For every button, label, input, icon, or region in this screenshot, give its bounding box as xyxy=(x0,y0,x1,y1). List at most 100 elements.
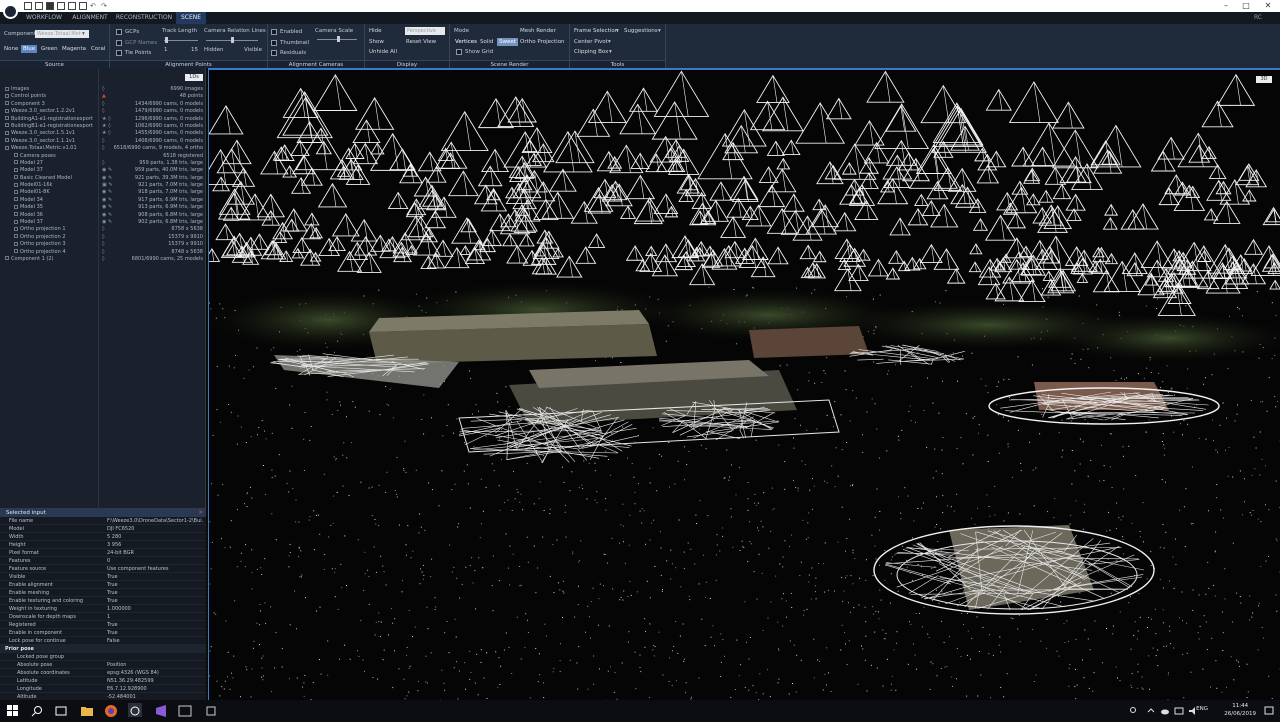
tree-item[interactable]: Model 37 xyxy=(0,167,98,174)
property-value[interactable]: Use component features xyxy=(107,565,203,573)
expand-icon[interactable] xyxy=(5,256,9,260)
tree-item-value-row[interactable]: ◊6990 images xyxy=(99,86,206,93)
color-none-button[interactable]: None xyxy=(2,45,20,53)
tree-status-icon[interactable]: ◊ xyxy=(102,108,104,115)
tree-item[interactable]: BuildingA1-e1-registrationexport xyxy=(0,116,98,123)
network-app-icon[interactable] xyxy=(204,703,218,717)
color-magenta-button[interactable]: Magenta xyxy=(60,45,88,53)
expand-icon[interactable] xyxy=(14,153,18,157)
tree-item[interactable]: Component 1 (2) xyxy=(0,256,98,263)
tab-workflow[interactable]: WORKFLOW xyxy=(22,12,66,24)
property-value[interactable]: epsg:4326 (WGS 84) xyxy=(107,669,203,677)
scene-render[interactable] xyxy=(209,70,1280,700)
unhide-all-button[interactable]: Unhide All xyxy=(367,48,399,56)
expand-icon[interactable] xyxy=(14,197,18,201)
tree-item[interactable]: Model01-8K xyxy=(0,189,98,196)
tree-item-value-row[interactable]: ◊15379 x 9910 xyxy=(99,241,206,248)
redo-icon[interactable]: ↷ xyxy=(101,2,109,10)
property-row[interactable]: Pixel format24-bit BGR xyxy=(0,549,206,557)
user-initials[interactable]: RC xyxy=(1254,12,1262,24)
camera-scale-knob[interactable] xyxy=(337,36,340,42)
tree-item[interactable]: BuildingB1-e1-registrationexport xyxy=(0,123,98,130)
tree-status-icon[interactable]: ◉ ✎ xyxy=(102,197,112,204)
tree-item-value-row[interactable]: ◊1479/6990 cams, 0 models xyxy=(99,108,206,115)
clock[interactable]: 11:44 26/06/2019 xyxy=(1224,702,1256,718)
property-value[interactable]: False xyxy=(107,637,203,645)
tree-item-value-row[interactable]: ◊15379 x 9910 xyxy=(99,234,206,241)
enabled-checkbox[interactable] xyxy=(271,29,277,35)
tree-item[interactable]: Images xyxy=(0,86,98,93)
task-view-icon[interactable] xyxy=(54,703,68,717)
tree-status-icon[interactable]: ◉ ✎ xyxy=(102,204,112,211)
sweet-button[interactable]: Sweet xyxy=(497,38,518,46)
track-length-slider[interactable] xyxy=(164,40,198,41)
expand-icon[interactable] xyxy=(14,249,18,253)
layout-2-icon[interactable] xyxy=(57,2,65,10)
property-value[interactable]: True xyxy=(107,581,203,589)
windows-start-icon[interactable] xyxy=(6,703,20,717)
language-indicator[interactable]: ENG xyxy=(1196,706,1208,712)
component-dropdown[interactable]: Weeze.Totaal.Met xyxy=(35,30,89,38)
visual-studio-icon[interactable] xyxy=(154,703,168,717)
property-value[interactable]: F:\Weeze3.0\DroneData\Sector1-2\Bui... xyxy=(107,517,203,525)
tree-item-value-row[interactable]: ◊959 parts, 1.38 tris, large xyxy=(99,160,206,167)
tree-item-value-row[interactable]: ◊1408/6990 cams, 0 models xyxy=(99,138,206,145)
property-row[interactable]: Weight in texturing1.000000 xyxy=(0,605,206,613)
property-row[interactable]: LongitudeE6.7.12.928900 xyxy=(0,685,206,693)
network-icon[interactable] xyxy=(1174,703,1184,717)
solid-button[interactable]: Solid xyxy=(478,38,495,46)
notifications-icon[interactable] xyxy=(1264,703,1274,717)
show-button[interactable]: Show xyxy=(367,38,386,46)
property-value[interactable]: True xyxy=(107,597,203,605)
property-value[interactable]: 1.000000 xyxy=(107,605,203,613)
tree-item[interactable]: Weeze.Totaal.Metric.v1.01 xyxy=(0,145,98,152)
expand-icon[interactable] xyxy=(5,87,9,91)
expand-icon[interactable] xyxy=(5,116,9,120)
expand-icon[interactable] xyxy=(5,94,9,98)
tree-item[interactable]: Weeze.3.0_sector.1.1.1v1 xyxy=(0,138,98,145)
tree-item[interactable]: Ortho projection 4 xyxy=(0,249,98,256)
color-green-button[interactable]: Green xyxy=(39,45,60,53)
file-explorer-icon[interactable] xyxy=(80,703,94,717)
property-group[interactable]: Prior pose xyxy=(0,645,206,653)
tree-item[interactable]: Ortho projection 3 xyxy=(0,241,98,248)
tree-item[interactable]: Control points xyxy=(0,93,98,100)
tab-alignment[interactable]: ALIGNMENT xyxy=(68,12,112,24)
gcps-checkbox[interactable] xyxy=(116,29,122,35)
tree-item-value-row[interactable]: ◊6801/6990 cams, 25 models xyxy=(99,256,206,263)
tab-reconstruction[interactable]: RECONSTRUCTION xyxy=(114,12,174,24)
tree-item-value-row[interactable]: ◊8758 x 5638 xyxy=(99,226,206,233)
minimize-button[interactable]: – xyxy=(1216,0,1236,12)
expand-icon[interactable] xyxy=(5,138,9,142)
tree-status-icon[interactable]: ◉ ✎ xyxy=(102,167,112,174)
show-grid-checkbox[interactable] xyxy=(456,49,462,55)
3d-viewport[interactable]: 3D xyxy=(208,68,1280,700)
projection-dropdown[interactable]: Perspective xyxy=(405,27,445,35)
ortho-projection-button[interactable]: Ortho Projection xyxy=(518,38,567,46)
expand-icon[interactable] xyxy=(14,183,18,187)
property-value[interactable]: N51.36.29.482599 xyxy=(107,677,203,685)
tree-item[interactable]: Model 34 xyxy=(0,197,98,204)
property-value[interactable]: 0 xyxy=(107,557,203,565)
search-icon[interactable] xyxy=(30,703,44,717)
property-value[interactable]: 1 xyxy=(107,613,203,621)
tree-item-value-row[interactable]: ★ ◊1455/6990 cams, 0 models xyxy=(99,130,206,137)
tree-status-icon[interactable]: ◊ xyxy=(102,86,104,93)
tree-item-value-row[interactable]: ◊1434/6990 cams, 0 models xyxy=(99,101,206,108)
residuals-checkbox[interactable] xyxy=(271,50,277,56)
expand-icon[interactable] xyxy=(14,175,18,179)
expand-icon[interactable] xyxy=(14,212,18,216)
property-row[interactable]: VisibleTrue xyxy=(0,573,206,581)
expand-icon[interactable] xyxy=(5,101,9,105)
tree-status-icon[interactable]: ▲ xyxy=(102,93,106,100)
property-row[interactable]: Lock pose for continueFalse xyxy=(0,637,206,645)
tree-status-icon[interactable]: ★ ◊ xyxy=(102,130,111,137)
reset-view-button[interactable]: Reset View xyxy=(404,38,438,46)
vertices-button[interactable]: Vertices xyxy=(453,38,479,46)
property-row[interactable]: Features0 xyxy=(0,557,206,565)
property-value[interactable]: True xyxy=(107,573,203,581)
layout-icon[interactable] xyxy=(46,2,54,10)
tree-item[interactable]: Model01-16k xyxy=(0,182,98,189)
center-pivot-button[interactable]: Center Pivot xyxy=(572,38,610,46)
new-icon[interactable] xyxy=(24,2,32,10)
